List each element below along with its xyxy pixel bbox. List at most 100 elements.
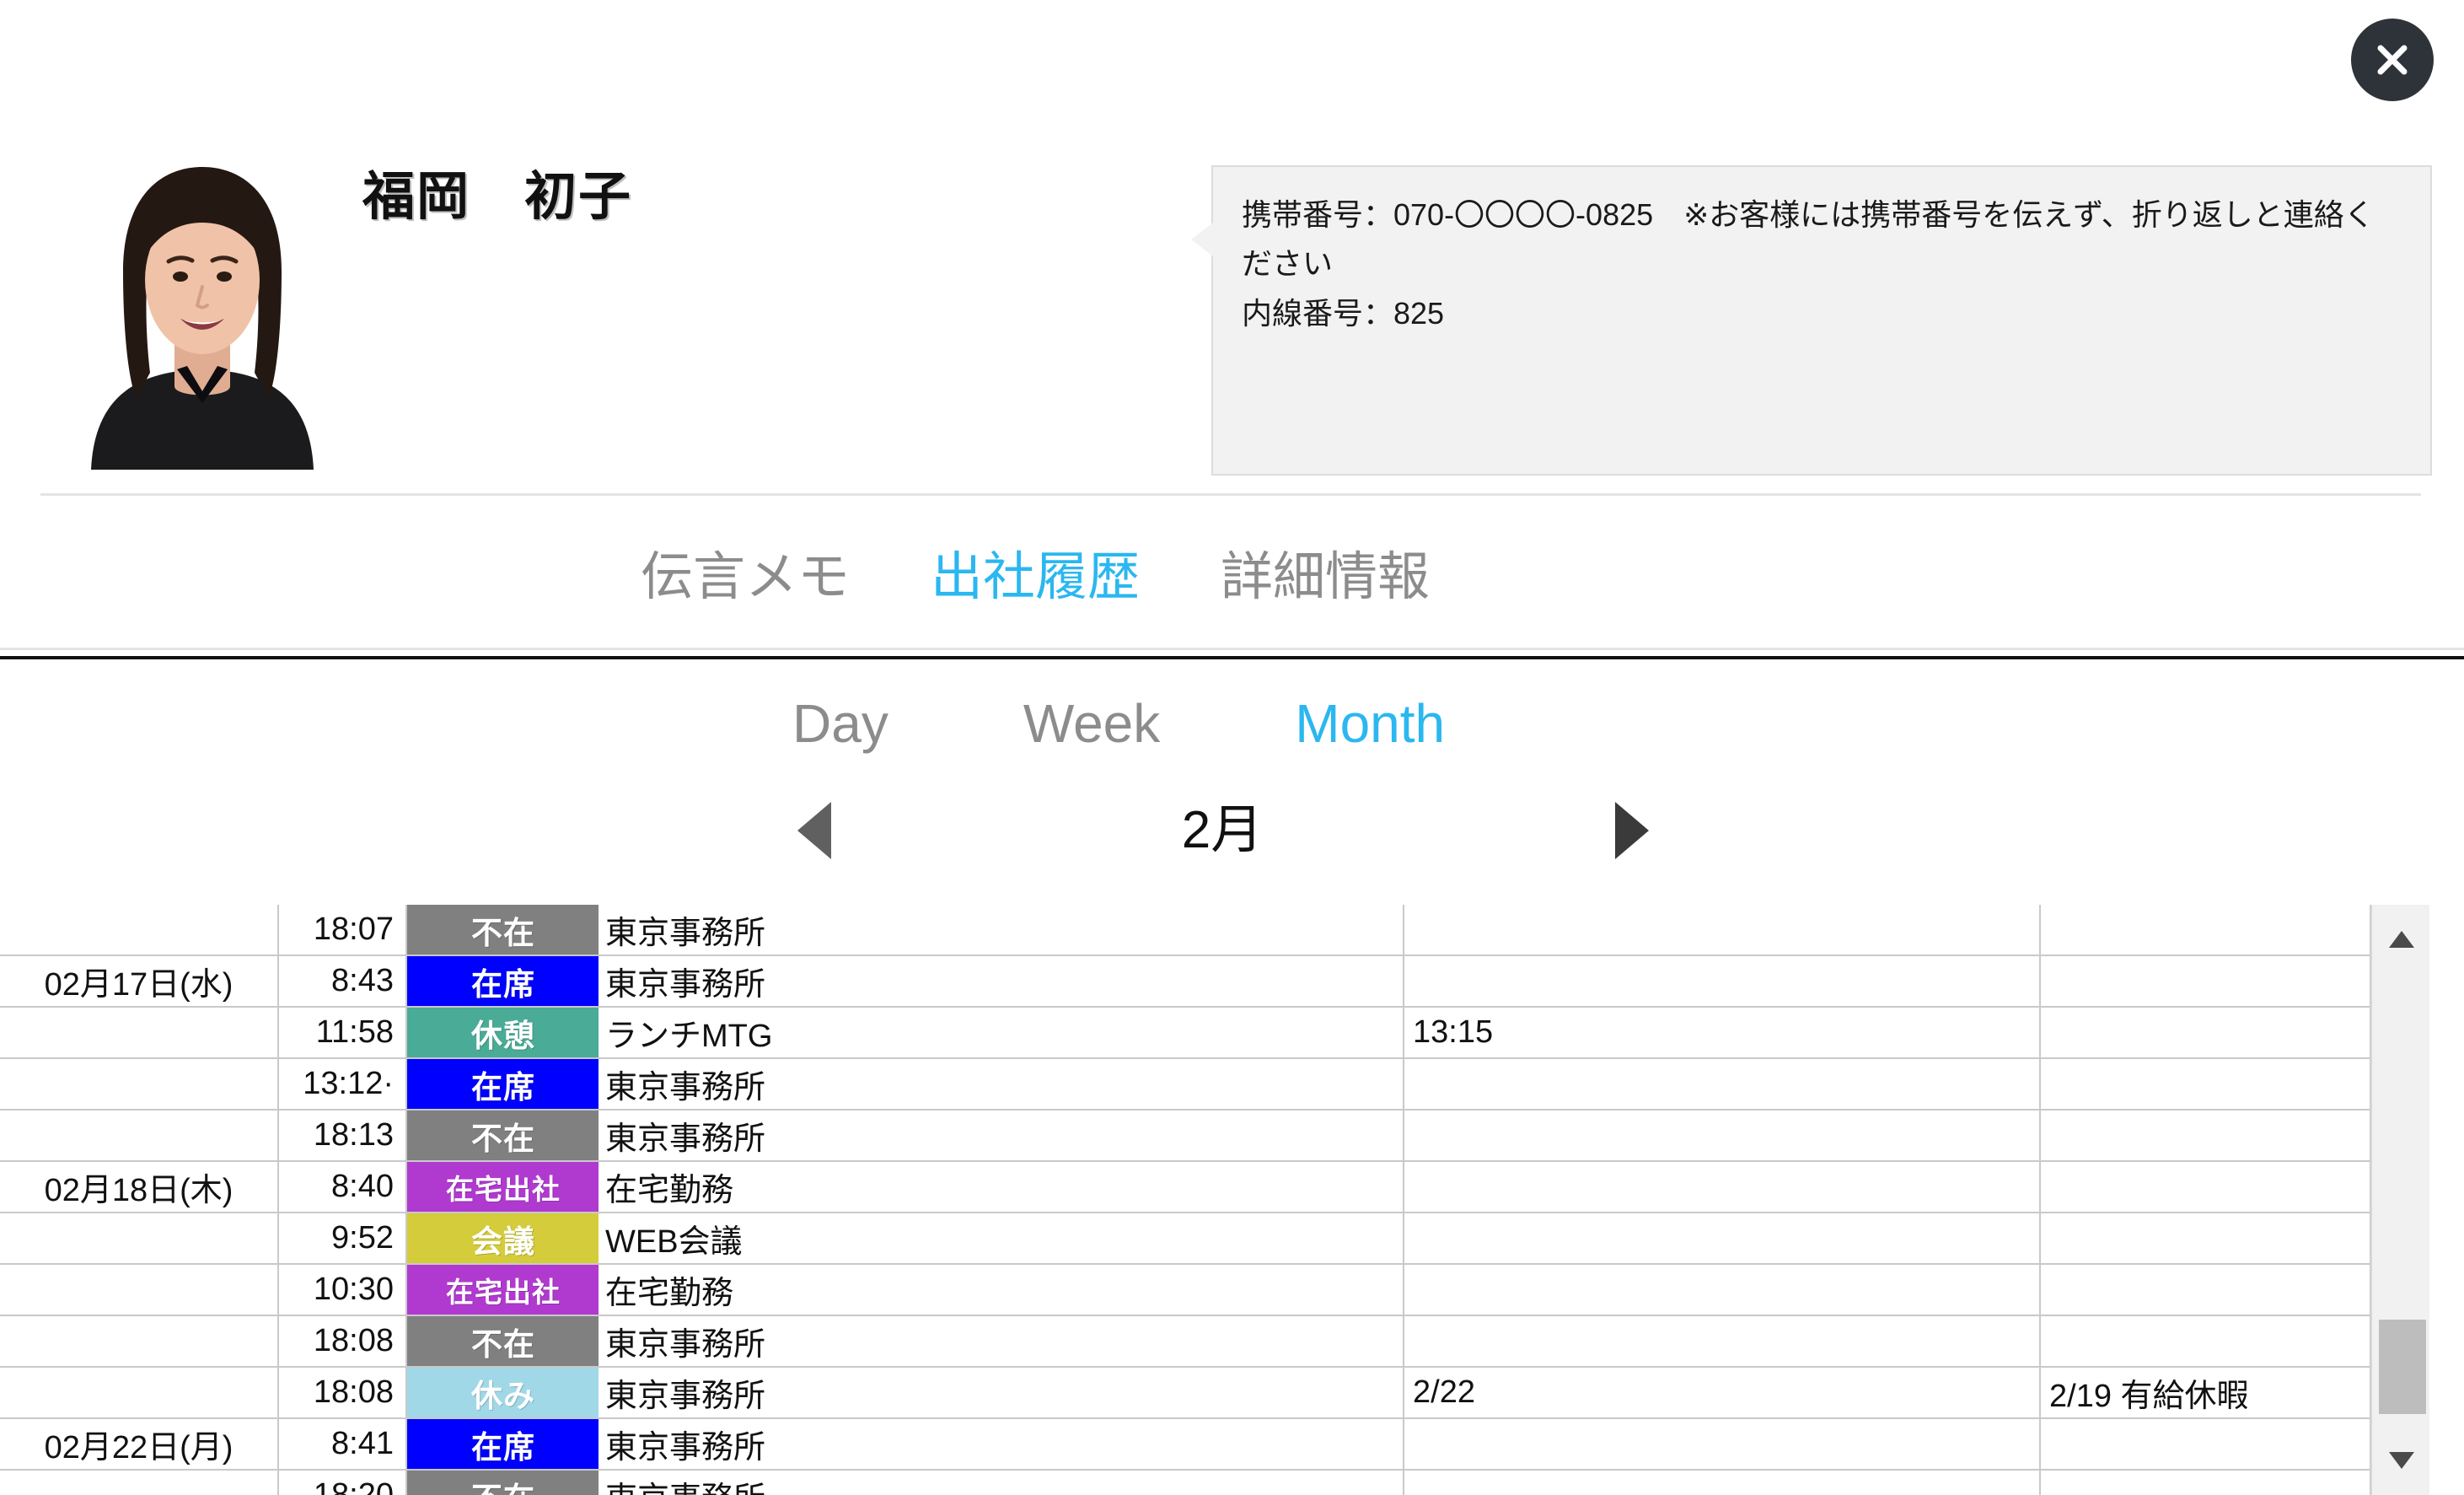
- period-navigator: 2月: [792, 784, 1652, 877]
- attendance-table: 18:07 不在 東京事務所 02月17日(水) 8:43 在席 東京事務所 11:58 休憩ラ…: [0, 905, 2371, 1495]
- cell-extra-1: [1404, 1161, 2041, 1213]
- range-day[interactable]: Day: [792, 696, 888, 750]
- cell-location: 在宅勤務: [599, 1264, 1404, 1316]
- employee-photo-icon: [42, 145, 362, 470]
- cell-extra-1: [1404, 1418, 2041, 1471]
- cell-time: 11:58: [278, 1007, 407, 1059]
- cell-extra-2: [2040, 905, 2371, 956]
- cell-time: 8:40: [278, 1161, 407, 1213]
- cell-extra-1: [1404, 955, 2041, 1008]
- cell-date: [0, 1058, 279, 1110]
- cell-extra-2: [2040, 1110, 2371, 1162]
- attendance-table-container: 18:07 不在 東京事務所 02月17日(水) 8:43 在席 東京事務所 11:58 休憩ラ…: [0, 905, 2464, 1495]
- vertical-scrollbar[interactable]: [2370, 905, 2429, 1495]
- cell-time: 18:07: [278, 905, 407, 956]
- table-row[interactable]: 18:13 不在 東京事務所: [0, 1110, 2371, 1162]
- cell-location: 東京事務所: [599, 1470, 1404, 1495]
- cell-extra-1: [1404, 1058, 2041, 1110]
- cell-date: [0, 1110, 279, 1162]
- mobile-number-note: 携帯番号：070-〇〇〇〇-0825 ※お客様には携帯番号を伝えず、折り返しと連…: [1242, 197, 2375, 282]
- tab-underline: [0, 656, 2464, 659]
- cell-extra-1: [1404, 905, 2041, 956]
- table-row[interactable]: 9:52 会議 WEB会議: [0, 1213, 2371, 1265]
- scrollbar-thumb[interactable]: [2379, 1320, 2426, 1414]
- cell-status: 在席: [406, 1058, 599, 1110]
- cell-extra-1: [1404, 1213, 2041, 1265]
- cell-status: 会議: [406, 1213, 599, 1265]
- cell-extra-2: [2040, 1058, 2371, 1110]
- table-row[interactable]: 02月22日(月) 8:41 在席 東京事務所: [0, 1418, 2371, 1471]
- cell-status: 休憩: [406, 1007, 599, 1059]
- cell-status: 在席: [406, 955, 599, 1008]
- cell-date: [0, 1007, 279, 1059]
- cell-status: 不在: [406, 905, 599, 956]
- cell-status: 不在: [406, 1315, 599, 1368]
- table-row[interactable]: 02月17日(水) 8:43 在席 東京事務所: [0, 955, 2371, 1008]
- cell-date: [0, 905, 279, 956]
- cell-status: 休み: [406, 1367, 599, 1419]
- status-badge: 不在: [407, 1110, 599, 1159]
- table-row[interactable]: 02月18日(木) 8:40 在宅出社 在宅勤務: [0, 1161, 2371, 1213]
- cell-date: [0, 1470, 279, 1495]
- cell-time: 8:43: [278, 955, 407, 1008]
- attendance-table-body: 18:07 不在 東京事務所 02月17日(水) 8:43 在席 東京事務所 11:58 休憩ラ…: [0, 905, 2371, 1495]
- cell-extra-1: [1404, 1470, 2041, 1495]
- table-row[interactable]: 18:08 不在 東京事務所: [0, 1315, 2371, 1368]
- status-badge: 在席: [407, 1419, 599, 1468]
- cell-extra-1: [1404, 1264, 2041, 1316]
- cell-extra-2: [2040, 1213, 2371, 1265]
- status-badge: 会議: [407, 1213, 599, 1262]
- cell-extra-2: [2040, 1470, 2371, 1495]
- tab-divider: [0, 648, 2464, 650]
- extension-number: 内線番号：825: [1242, 295, 1445, 331]
- cell-extra-2: [2040, 1418, 2371, 1471]
- cell-location: ランチMTG: [599, 1007, 1404, 1059]
- cell-date: [0, 1367, 279, 1419]
- range-selector: Day Week Month: [0, 685, 2464, 762]
- tab-messages[interactable]: 伝言メモ: [641, 551, 850, 604]
- previous-period-button[interactable]: [792, 799, 836, 863]
- attendance-history-dialog: 福岡 初子 携帯番号：070-〇〇〇〇-0825 ※お客様には携帯番号を伝えず、…: [0, 0, 2464, 1495]
- cell-location: 在宅勤務: [599, 1161, 1404, 1213]
- cell-location: WEB会議: [599, 1213, 1404, 1265]
- cell-time: 9:52: [278, 1213, 407, 1265]
- cell-date: 02月18日(木): [0, 1161, 279, 1213]
- cell-extra-2: [2040, 1264, 2371, 1316]
- cell-extra-1: [1404, 1315, 2041, 1368]
- tab-details[interactable]: 詳細情報: [1221, 551, 1430, 604]
- cell-location: 東京事務所: [599, 1418, 1404, 1471]
- range-month[interactable]: Month: [1295, 696, 1445, 750]
- cell-time: 18:13: [278, 1110, 407, 1162]
- current-period-label: 2月: [1181, 801, 1264, 859]
- range-week[interactable]: Week: [1023, 696, 1160, 750]
- cell-extra-1: [1404, 1110, 2041, 1162]
- cell-extra-2: [2040, 1161, 2371, 1213]
- table-row[interactable]: 18:08 休み 東京事務所 2/22 2/19 有給休暇: [0, 1367, 2371, 1419]
- cell-date: 02月17日(水): [0, 955, 279, 1008]
- status-badge: 在宅出社: [407, 1265, 599, 1314]
- cell-status: 在宅出社: [406, 1161, 599, 1213]
- cell-location: 東京事務所: [599, 1315, 1404, 1368]
- table-row[interactable]: 11:58 休憩 ランチMTG 13:15: [0, 1007, 2371, 1059]
- table-row[interactable]: 13:12· 在席 東京事務所: [0, 1058, 2371, 1110]
- cell-date: 02月22日(月): [0, 1418, 279, 1471]
- cell-status: 不在: [406, 1470, 599, 1495]
- table-row[interactable]: 18:20不在東京事務所: [0, 1470, 2371, 1495]
- next-period-button[interactable]: [1608, 799, 1652, 863]
- cell-time: 18:08: [278, 1315, 407, 1368]
- scroll-down-button[interactable]: [2372, 1436, 2431, 1485]
- cell-time: 18:20: [278, 1470, 407, 1495]
- tab-attendance-history[interactable]: 出社履歴: [931, 551, 1140, 604]
- scroll-up-button[interactable]: [2372, 915, 2431, 964]
- table-row[interactable]: 10:30 在宅出社 在宅勤務: [0, 1264, 2371, 1316]
- cell-location: 東京事務所: [599, 1110, 1404, 1162]
- scroll-down-arrow-icon: [2389, 1452, 2414, 1469]
- scroll-up-arrow-icon: [2389, 931, 2414, 948]
- status-badge: 不在: [407, 905, 599, 954]
- cell-status: 在席: [406, 1418, 599, 1471]
- table-row[interactable]: 18:07 不在 東京事務所: [0, 905, 2371, 956]
- triangle-left-icon: [797, 802, 831, 859]
- status-badge: 在宅出社: [407, 1162, 599, 1211]
- cell-extra-1: 13:15: [1404, 1007, 2041, 1059]
- cell-extra-2: [2040, 1007, 2371, 1059]
